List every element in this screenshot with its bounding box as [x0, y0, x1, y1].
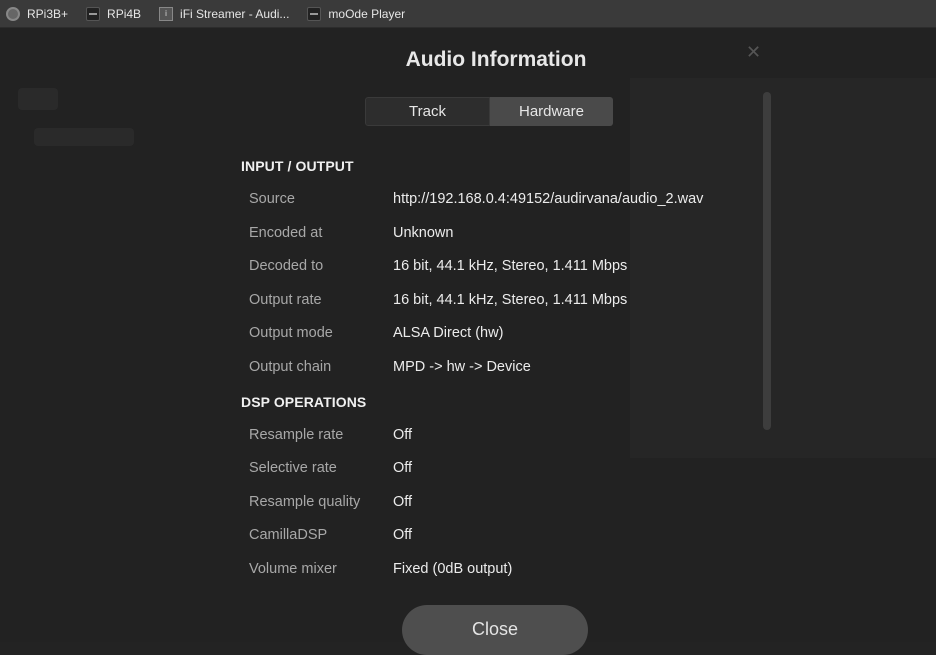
row-value: Off: [393, 460, 413, 476]
audio-info-modal: Audio Information Track Hardware INPUT /…: [218, 28, 774, 655]
bookmarks-bar: RPi3B+ RPi4B i iFi Streamer - Audi... mo…: [0, 0, 936, 28]
row-value: Off: [393, 527, 413, 543]
info-row-selective-rate: Selective rate Off: [249, 458, 749, 478]
bookmark-label: RPi4B: [107, 6, 142, 21]
background-blob: [18, 88, 58, 110]
row-value: 16 bit, 44.1 kHz, Stereo, 1.411 Mbps: [393, 292, 628, 308]
row-label: Volume mixer: [249, 561, 337, 577]
bookmark-label: RPi3B+: [27, 6, 69, 21]
info-row-output-rate: Output rate 16 bit, 44.1 kHz, Stereo, 1.…: [249, 290, 749, 310]
row-value: Fixed (0dB output): [393, 561, 513, 577]
row-label: Decoded to: [249, 258, 324, 274]
bookmark-ifi-streamer[interactable]: i iFi Streamer - Audi...: [159, 0, 289, 28]
row-label: Resample quality: [249, 494, 361, 510]
row-value: Off: [393, 427, 413, 443]
info-row-camilladsp: CamillaDSP Off: [249, 525, 749, 545]
row-label: Resample rate: [249, 427, 344, 443]
info-row-output-chain: Output chain MPD -> hw -> Device: [249, 357, 749, 377]
row-label: Output mode: [249, 325, 333, 341]
modal-scrollbar[interactable]: [763, 92, 771, 430]
info-row-resample-rate: Resample rate Off: [249, 425, 749, 445]
row-label: Encoded at: [249, 225, 323, 241]
row-label: Selective rate: [249, 460, 337, 476]
bookmark-moode-player[interactable]: moOde Player: [307, 0, 405, 28]
row-label: Output chain: [249, 359, 332, 375]
row-value: ALSA Direct (hw): [393, 325, 504, 341]
bookmark-rpi3b[interactable]: RPi3B+: [6, 0, 68, 28]
bookmark-rpi4b[interactable]: RPi4B: [86, 0, 141, 28]
section-input-output: INPUT / OUTPUT: [241, 158, 354, 174]
info-row-resample-quality: Resample quality Off: [249, 492, 749, 512]
info-row-output-mode: Output mode ALSA Direct (hw): [249, 323, 749, 343]
close-button[interactable]: Close: [402, 605, 588, 655]
rpi-icon: [6, 6, 20, 21]
info-row-volume-mixer: Volume mixer Fixed (0dB output): [249, 559, 749, 579]
bookmark-label: iFi Streamer - Audi...: [180, 6, 290, 21]
info-row-source: Source http://192.168.0.4:49152/audirvan…: [249, 189, 749, 209]
tab-track[interactable]: Track: [365, 97, 490, 126]
info-row-encoded-at: Encoded at Unknown: [249, 223, 749, 243]
bookmark-label: moOde Player: [328, 6, 406, 21]
row-value: Off: [393, 494, 413, 510]
row-label: Source: [249, 191, 295, 207]
ifi-icon: i: [159, 6, 174, 21]
tab-hardware[interactable]: Hardware: [490, 97, 613, 126]
row-value: MPD -> hw -> Device: [393, 359, 531, 375]
row-label: CamillaDSP: [249, 527, 328, 543]
modal-title: Audio Information: [405, 48, 587, 71]
info-row-decoded-to: Decoded to 16 bit, 44.1 kHz, Stereo, 1.4…: [249, 256, 749, 276]
tab-bar: Track Hardware: [365, 97, 613, 126]
section-dsp-operations: DSP OPERATIONS: [241, 394, 367, 410]
row-label: Output rate: [249, 292, 322, 308]
background-blob: [34, 128, 134, 146]
rpi-icon: [86, 6, 101, 21]
row-value: http://192.168.0.4:49152/audirvana/audio…: [393, 191, 704, 207]
row-value: Unknown: [393, 225, 454, 241]
moode-icon: [307, 6, 322, 21]
row-value: 16 bit, 44.1 kHz, Stereo, 1.411 Mbps: [393, 258, 628, 274]
